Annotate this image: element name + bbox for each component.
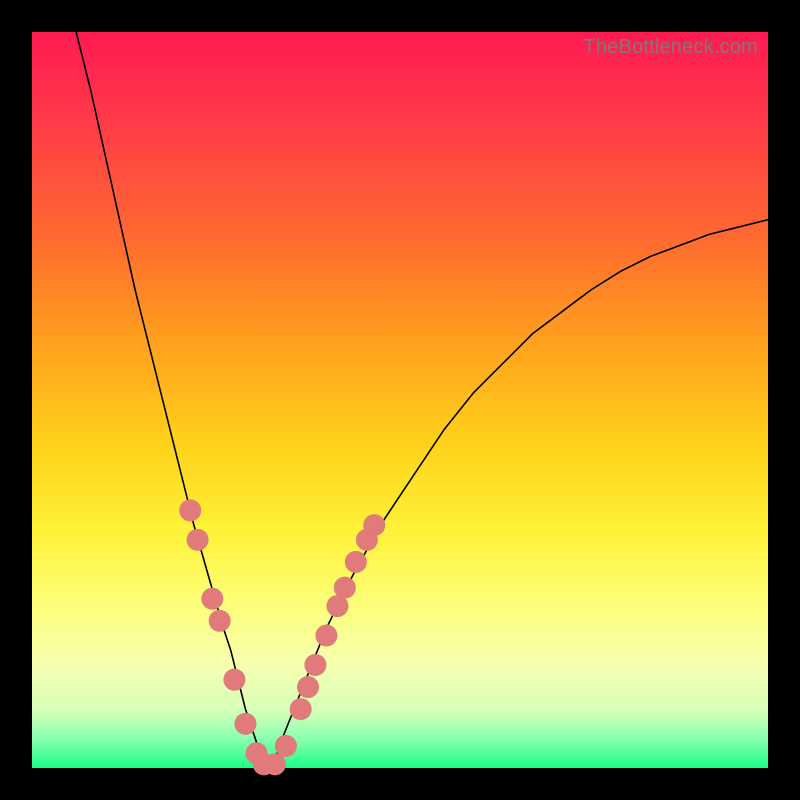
curve-marker (187, 529, 209, 551)
curve-marker (223, 669, 245, 691)
bottleneck-curve (76, 32, 768, 768)
curve-marker (304, 654, 326, 676)
curve-marker (297, 676, 319, 698)
curve-marker (201, 588, 223, 610)
curve-marker (363, 514, 385, 536)
chart-stage: TheBottleneck.com (0, 0, 800, 800)
curve-marker (275, 735, 297, 757)
curve-marker (315, 625, 337, 647)
curve-marker (334, 577, 356, 599)
curve-marker (234, 713, 256, 735)
curve-layer (32, 32, 768, 768)
curve-marker (290, 698, 312, 720)
curve-marker (179, 499, 201, 521)
curve-markers (179, 499, 385, 775)
plot-area: TheBottleneck.com (32, 32, 768, 768)
curve-marker (264, 753, 286, 775)
curve-marker (209, 610, 231, 632)
curve-marker (345, 551, 367, 573)
